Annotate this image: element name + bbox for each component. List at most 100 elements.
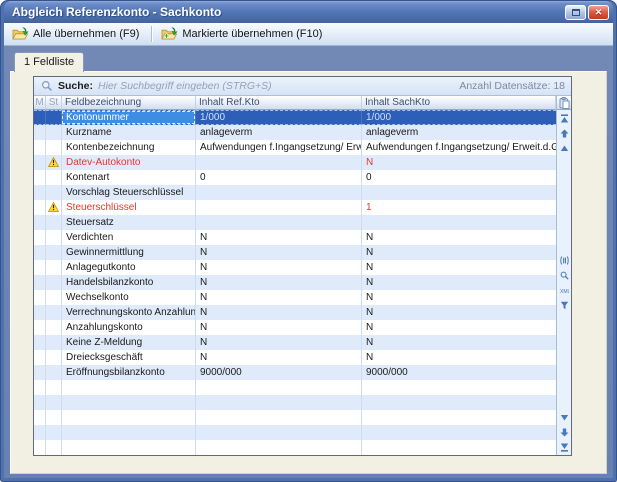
- field-name-cell[interactable]: Verdichten: [62, 230, 196, 245]
- table-row[interactable]: Eröffnungsbilanzkonto9000/0009000/000: [34, 365, 556, 380]
- search-icon[interactable]: [560, 271, 569, 280]
- marker-cell[interactable]: [34, 320, 46, 335]
- sach-value-cell[interactable]: 0: [362, 170, 556, 185]
- field-name-cell[interactable]: Anzahlungskonto: [62, 320, 196, 335]
- ref-value-cell[interactable]: 1/000: [196, 110, 362, 125]
- status-cell[interactable]: [46, 245, 62, 260]
- sach-value-cell[interactable]: N: [362, 290, 556, 305]
- table-row[interactable]: AnzahlungskontoNN: [34, 320, 556, 335]
- fit-columns-icon[interactable]: [560, 256, 569, 265]
- status-cell[interactable]: [46, 275, 62, 290]
- marker-cell[interactable]: [34, 260, 46, 275]
- field-name-cell[interactable]: Kontenbezeichnung: [62, 140, 196, 155]
- status-cell[interactable]: [46, 365, 62, 380]
- field-name-cell[interactable]: Handelsbilanzkonto: [62, 275, 196, 290]
- ref-value-cell[interactable]: 9000/000: [196, 365, 362, 380]
- field-name-cell[interactable]: Gewinnermittlung: [62, 245, 196, 260]
- status-cell[interactable]: [46, 170, 62, 185]
- table-row[interactable]: Datev-AutokontoN: [34, 155, 556, 170]
- field-name-cell[interactable]: Anlagegutkonto: [62, 260, 196, 275]
- marker-cell[interactable]: [34, 245, 46, 260]
- field-name-cell[interactable]: Dreiecksgeschäft: [62, 350, 196, 365]
- col-header-st[interactable]: St: [46, 96, 62, 110]
- ref-value-cell[interactable]: N: [196, 335, 362, 350]
- marker-cell[interactable]: [34, 140, 46, 155]
- xml-export-icon[interactable]: XML: [560, 286, 569, 295]
- table-row[interactable]: Keine Z-MeldungNN: [34, 335, 556, 350]
- table-row[interactable]: HandelsbilanzkontoNN: [34, 275, 556, 290]
- page-up-icon[interactable]: [560, 129, 569, 138]
- sach-value-cell[interactable]: N: [362, 245, 556, 260]
- field-name-cell[interactable]: Verrechnungskonto Anzahlung: [62, 305, 196, 320]
- status-cell[interactable]: [46, 230, 62, 245]
- col-header-field[interactable]: Feldbezeichnung: [62, 96, 196, 110]
- table-row[interactable]: KontenbezeichnungAufwendungen f.Ingangse…: [34, 140, 556, 155]
- page-down-icon[interactable]: [560, 428, 569, 437]
- marker-cell[interactable]: [34, 305, 46, 320]
- field-name-cell[interactable]: Kontenart: [62, 170, 196, 185]
- sach-value-cell[interactable]: [362, 185, 556, 200]
- search-input[interactable]: [98, 80, 454, 92]
- table-row[interactable]: Steuerschlüssel 1: [34, 200, 556, 215]
- field-name-cell[interactable]: Steuersatz: [62, 215, 196, 230]
- field-name-cell[interactable]: Steuerschlüssel: [62, 200, 196, 215]
- marker-cell[interactable]: [34, 125, 46, 140]
- field-name-cell[interactable]: Kurzname: [62, 125, 196, 140]
- ref-value-cell[interactable]: N: [196, 320, 362, 335]
- sach-value-cell[interactable]: 9000/000: [362, 365, 556, 380]
- status-cell[interactable]: [46, 155, 62, 170]
- scroll-top-icon[interactable]: [560, 114, 569, 123]
- table-row[interactable]: GewinnermittlungNN: [34, 245, 556, 260]
- table-row[interactable]: Verrechnungskonto AnzahlungNN: [34, 305, 556, 320]
- marker-cell[interactable]: [34, 290, 46, 305]
- ref-value-cell[interactable]: 0: [196, 170, 362, 185]
- status-cell[interactable]: [46, 185, 62, 200]
- filter-icon[interactable]: [560, 301, 569, 310]
- col-header-m[interactable]: M: [34, 96, 46, 110]
- restore-button[interactable]: [565, 5, 586, 20]
- marker-cell[interactable]: [34, 110, 46, 125]
- apply-marked-button[interactable]: Markierte übernehmen (F10): [158, 26, 328, 42]
- field-name-cell[interactable]: Kontonummer: [62, 110, 196, 125]
- field-name-cell[interactable]: Datev-Autokonto: [62, 155, 196, 170]
- sach-value-cell[interactable]: N: [362, 350, 556, 365]
- sach-value-cell[interactable]: N: [362, 335, 556, 350]
- ref-value-cell[interactable]: N: [196, 290, 362, 305]
- sach-value-cell[interactable]: [362, 215, 556, 230]
- status-cell[interactable]: [46, 350, 62, 365]
- status-cell[interactable]: [46, 110, 62, 125]
- sach-value-cell[interactable]: N: [362, 230, 556, 245]
- sach-value-cell[interactable]: anlageverm: [362, 125, 556, 140]
- sach-value-cell[interactable]: 1: [362, 200, 556, 215]
- ref-value-cell[interactable]: N: [196, 245, 362, 260]
- marker-cell[interactable]: [34, 155, 46, 170]
- ref-value-cell[interactable]: [196, 215, 362, 230]
- status-cell[interactable]: [46, 260, 62, 275]
- row-up-icon[interactable]: [560, 144, 569, 153]
- field-name-cell[interactable]: Eröffnungsbilanzkonto: [62, 365, 196, 380]
- ref-value-cell[interactable]: [196, 155, 362, 170]
- marker-cell[interactable]: [34, 350, 46, 365]
- table-row[interactable]: AnlagegutkontoNN: [34, 260, 556, 275]
- sach-value-cell[interactable]: 1/000: [362, 110, 556, 125]
- table-row[interactable]: VerdichtenNN: [34, 230, 556, 245]
- ref-value-cell[interactable]: N: [196, 305, 362, 320]
- table-row[interactable]: Steuersatz: [34, 215, 556, 230]
- col-header-sach[interactable]: Inhalt SachKto: [362, 96, 556, 110]
- field-name-cell[interactable]: Wechselkonto: [62, 290, 196, 305]
- status-cell[interactable]: [46, 140, 62, 155]
- table-row[interactable]: WechselkontoNN: [34, 290, 556, 305]
- status-cell[interactable]: [46, 335, 62, 350]
- ref-value-cell[interactable]: Aufwendungen f.Ingangsetzung/ Erweit.d.G…: [196, 140, 362, 155]
- marker-cell[interactable]: [34, 365, 46, 380]
- tab-feldliste[interactable]: 1 Feldliste: [14, 52, 84, 72]
- row-down-icon[interactable]: [560, 413, 569, 422]
- sach-value-cell[interactable]: N: [362, 260, 556, 275]
- ref-value-cell[interactable]: anlageverm: [196, 125, 362, 140]
- marker-cell[interactable]: [34, 275, 46, 290]
- status-cell[interactable]: [46, 200, 62, 215]
- marker-cell[interactable]: [34, 170, 46, 185]
- col-header-ref[interactable]: Inhalt Ref.Kto: [196, 96, 362, 110]
- marker-cell[interactable]: [34, 230, 46, 245]
- marker-cell[interactable]: [34, 335, 46, 350]
